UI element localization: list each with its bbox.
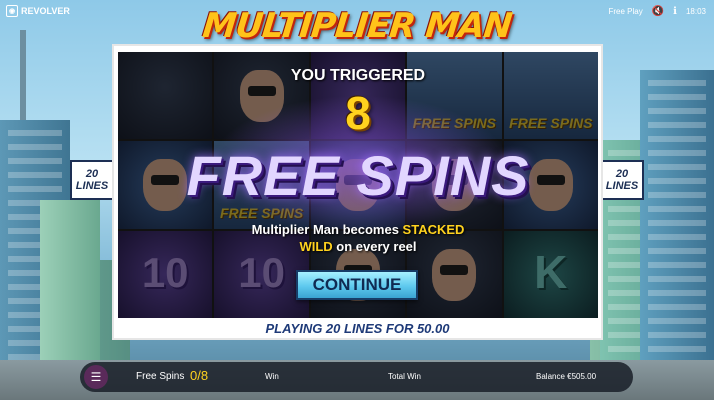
win-label: Win bbox=[265, 372, 279, 381]
free-spins-value: 0/8 bbox=[190, 368, 209, 383]
lines-badge-left: 20 LINES bbox=[70, 160, 114, 200]
continue-button[interactable]: CONTINUE bbox=[296, 270, 418, 300]
bottom-bar: ☰ Free Spins 0/8 Win Total Win Balance €… bbox=[80, 362, 633, 392]
lines-badge-right: 20 LINES bbox=[600, 160, 644, 200]
hamburger-icon: ☰ bbox=[90, 370, 102, 384]
popup-description: Multiplier Man becomes STACKED WILD on e… bbox=[118, 221, 598, 255]
building bbox=[640, 70, 714, 400]
desc-part: on every reel bbox=[332, 239, 417, 254]
playing-lines-text: PLAYING 20 LINES FOR 50.00 bbox=[265, 321, 450, 336]
desc-highlight: WILD bbox=[299, 239, 333, 254]
desc-highlight: STACKED bbox=[402, 222, 465, 237]
popup-title: FREE SPINS bbox=[186, 144, 530, 207]
popup-spin-count: 8 bbox=[345, 87, 371, 139]
free-spins-label: Free Spins bbox=[136, 371, 185, 382]
total-win-label: Total Win bbox=[388, 372, 421, 381]
menu-button[interactable]: ☰ bbox=[84, 365, 108, 389]
popup-triggered-text: YOU TRIGGERED bbox=[290, 67, 426, 84]
balance-label: Balance €505.00 bbox=[536, 372, 597, 381]
desc-part: Multiplier Man becomes bbox=[251, 222, 403, 237]
game-logo: MULTIPLIER MAN bbox=[200, 6, 514, 46]
